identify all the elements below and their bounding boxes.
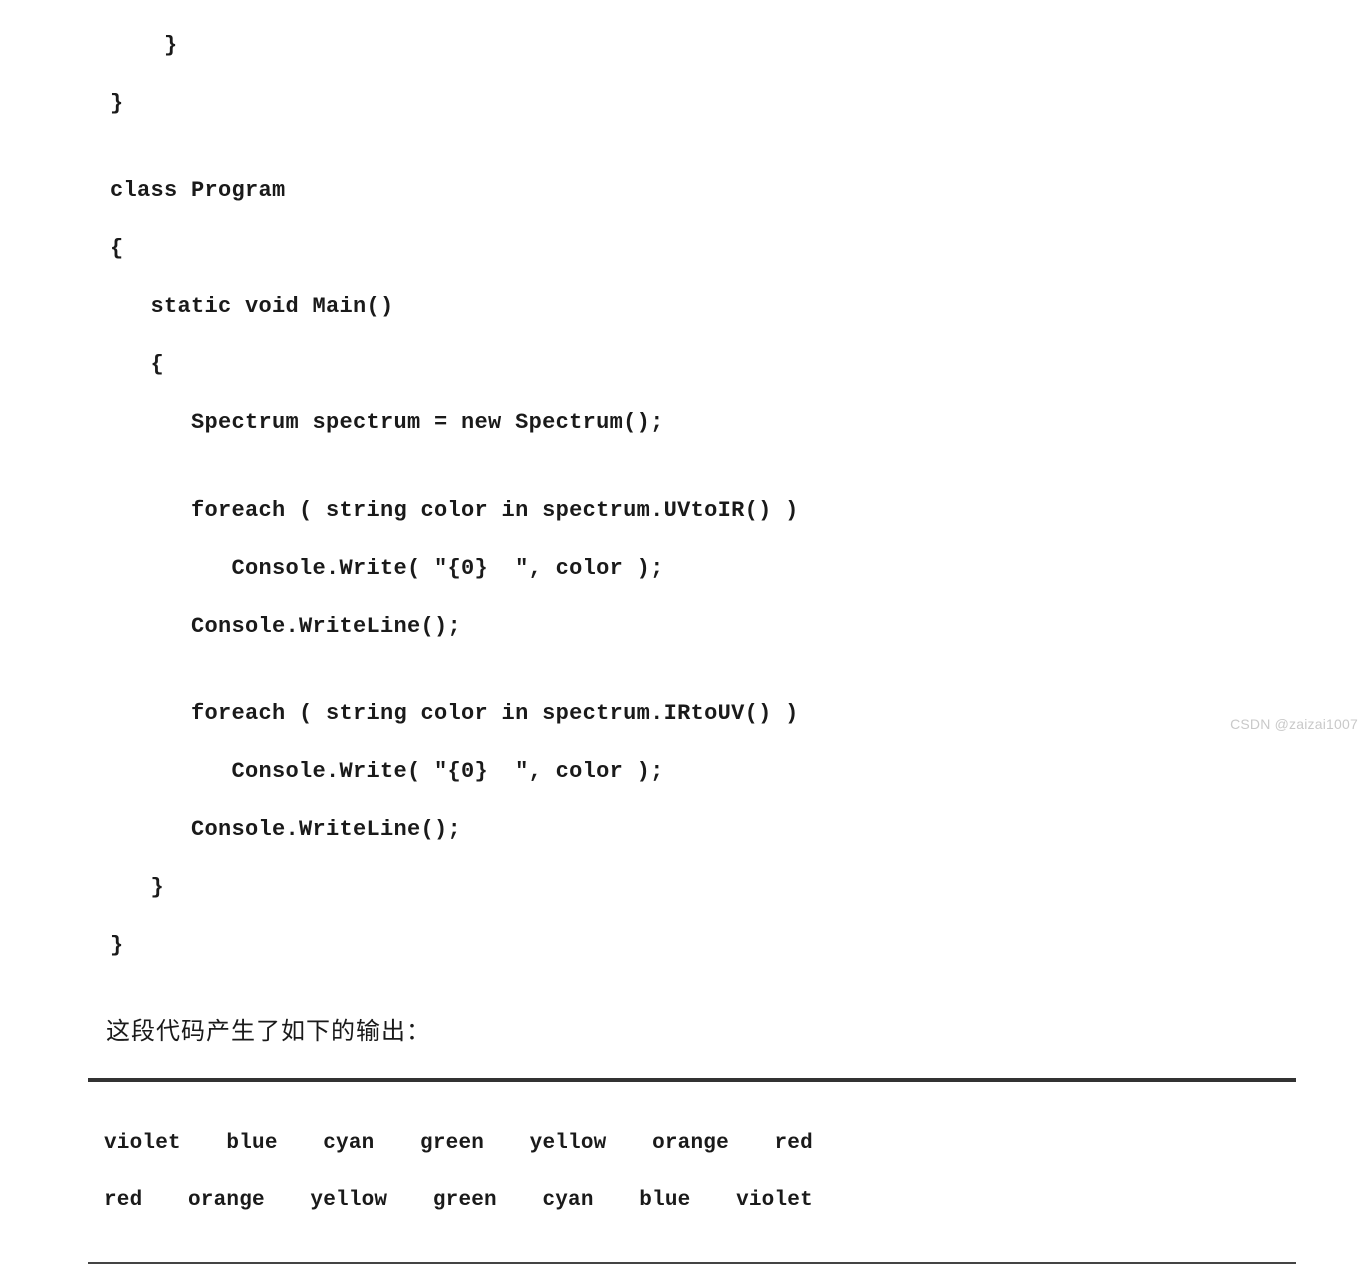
code-line: Console.Write( "{0} ", color ); bbox=[110, 554, 1370, 583]
output-line: red orange yellow green cyan blue violet bbox=[104, 1187, 1370, 1215]
code-line: Console.WriteLine(); bbox=[110, 815, 1370, 844]
output-block: violet blue cyan green yellow orange red… bbox=[0, 1082, 1370, 1244]
code-line: { bbox=[110, 234, 1370, 263]
code-line: Spectrum spectrum = new Spectrum(); bbox=[110, 408, 1370, 437]
code-line: } bbox=[110, 931, 1370, 960]
code-line: foreach ( string color in spectrum.IRtoU… bbox=[110, 699, 1370, 728]
code-line: static void Main() bbox=[110, 292, 1370, 321]
watermark-text: CSDN @zaizai1007 bbox=[1230, 716, 1358, 732]
code-line: foreach ( string color in spectrum.UVtoI… bbox=[110, 496, 1370, 525]
divider-bottom bbox=[88, 1262, 1296, 1264]
code-line: Console.Write( "{0} ", color ); bbox=[110, 757, 1370, 786]
code-line: } bbox=[110, 31, 1370, 60]
code-line: class Program bbox=[110, 176, 1370, 205]
output-line: violet blue cyan green yellow orange red bbox=[104, 1130, 1370, 1158]
code-line: Console.WriteLine(); bbox=[110, 612, 1370, 641]
code-line: } bbox=[110, 89, 1370, 118]
code-line: { bbox=[110, 350, 1370, 379]
description-text: 这段代码产生了如下的输出： bbox=[0, 989, 1370, 1046]
code-block: } } class Program { static void Main() {… bbox=[0, 0, 1370, 989]
code-line: } bbox=[110, 873, 1370, 902]
